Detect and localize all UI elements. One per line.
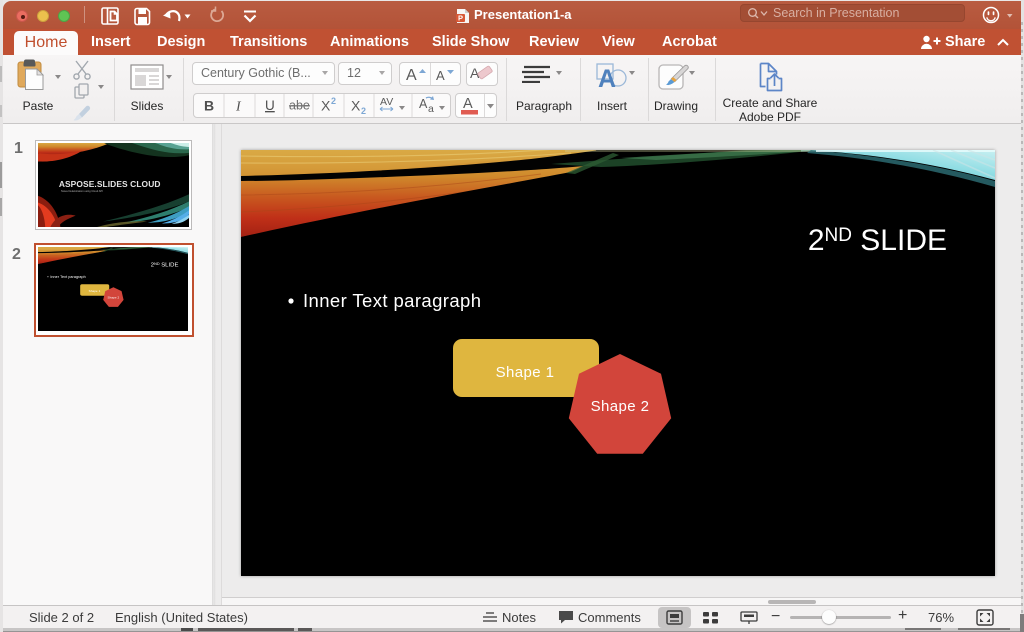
svg-text:abe: abe (289, 99, 310, 113)
svg-text:2: 2 (331, 96, 336, 106)
svg-text:X: X (321, 98, 331, 114)
svg-text:AV: AV (380, 96, 393, 108)
svg-text:A: A (463, 96, 473, 112)
svg-text:X: X (351, 98, 361, 114)
svg-text:Inner Text paragraph: Inner Text paragraph (303, 290, 481, 311)
svg-text:A: A (419, 97, 428, 111)
svg-text:U: U (265, 98, 275, 113)
svg-text:Shape 1: Shape 1 (496, 364, 555, 381)
svg-text:I: I (235, 100, 242, 115)
svg-text:A: A (598, 65, 616, 90)
svg-text:2: 2 (361, 106, 366, 116)
svg-text:Shape 2: Shape 2 (591, 398, 650, 415)
svg-text:B: B (204, 98, 214, 114)
svg-text:A: A (436, 68, 445, 83)
svg-text:a: a (428, 103, 434, 115)
svg-text:P: P (458, 14, 463, 23)
svg-text:A: A (406, 67, 417, 84)
